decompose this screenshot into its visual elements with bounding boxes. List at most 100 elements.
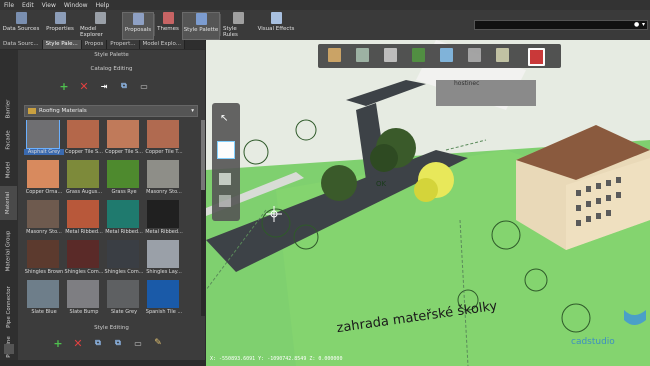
material-swatch [27,240,59,268]
panel-tabs: Data Sourc... Style Pale... Propos Prope… [0,40,205,49]
material-label: Slate Grey [110,309,138,315]
label-hostinec: hostinec [454,80,480,87]
material-swatch [67,120,99,148]
material-tile[interactable]: Slate Bump [64,280,102,316]
material-tile[interactable]: Shingles Com... [104,240,143,277]
more-options-icon[interactable]: ● [634,21,639,28]
material-tile[interactable]: Masonry Sto... [24,200,62,237]
pencil-icon[interactable] [328,48,341,62]
material-tile[interactable]: Spanish Tile ... [144,280,182,316]
menu-window[interactable]: Window [60,2,92,9]
scene-toolbar [318,44,561,68]
material-tile[interactable]: Grass Augus... [64,160,102,197]
material-swatch [147,240,179,268]
menu-view[interactable]: View [38,2,60,9]
tab-material-group[interactable]: Material Group [0,223,17,279]
material-swatch [147,200,179,228]
material-tile[interactable]: Grass Rye [104,160,142,197]
import-icon[interactable]: ⇥ [98,80,110,92]
brush-icon[interactable]: ✎ [152,337,164,349]
material-tile[interactable]: Shingles Lay... [144,240,182,277]
collapse-icon[interactable] [4,344,14,354]
paste-style-icon[interactable]: ⧉ [112,337,124,349]
style-editing-title: Style Editing [94,325,129,331]
add-style-icon[interactable]: + [52,337,64,350]
tab-data-sources[interactable]: Data Sourc... [0,40,43,49]
material-swatch [27,200,59,228]
visual-effects-button[interactable]: Visual Effects [256,12,296,38]
material-swatch [27,280,59,308]
style-rules-button[interactable]: Style Rules [223,12,253,38]
material-tile[interactable]: Metal Ribbed... [64,200,103,237]
material-grid: Asphalt Grey Copper Tile S... Copper Tile … [24,120,196,316]
style-rules-icon [232,12,244,24]
dropdown-arrow-icon[interactable]: ▾ [642,21,645,28]
tab-properties[interactable]: Propert... [107,40,140,49]
road-icon[interactable] [356,48,369,62]
style-brush-icon[interactable] [217,141,235,159]
material-tile[interactable]: Asphalt Grey [24,120,64,157]
pipe-icon[interactable] [468,48,481,62]
duplicate-icon[interactable]: ⧉ [118,80,130,92]
material-tile[interactable]: Slate Blue [24,280,62,316]
material-tile[interactable]: Metal Ribbed... [144,200,183,237]
panel-title: Style Palette [94,52,129,58]
material-tile[interactable]: Copper Tile T... [144,120,183,157]
ribbon-separator [154,14,155,36]
search-input[interactable] [474,20,648,30]
material-swatch [107,120,139,148]
themes-button[interactable]: Themes [157,12,179,38]
style-palette-button[interactable]: Style Palette [182,12,220,40]
tab-model-explorer[interactable]: Model Explo... [139,40,186,49]
tab-barrier[interactable]: Barrier [0,95,17,123]
menu-edit[interactable]: Edit [18,2,38,9]
material-tile[interactable]: Masonry Sto... [144,160,182,197]
model-explorer-button[interactable]: Model Explorer [80,12,120,38]
properties-button[interactable]: Properties [42,12,78,38]
grid-scrollbar[interactable] [201,120,205,316]
material-label: Copper Tile S... [65,149,103,155]
water-icon[interactable] [440,48,453,62]
menu-file[interactable]: File [0,2,18,9]
scrollbar-thumb[interactable] [201,120,205,190]
data-sources-button[interactable]: Data Sources [2,12,40,38]
material-swatch [67,280,99,308]
add-icon[interactable]: + [58,80,70,93]
3d-viewport[interactable]: hostinec OK zahrada mateřské školky cads… [206,40,650,366]
material-tile[interactable]: Copper Tile S... [104,120,143,157]
terrain-icon[interactable] [496,48,509,62]
proposals-button[interactable]: Proposals [122,12,154,40]
facade-icon[interactable] [384,48,397,62]
menu-help[interactable]: Help [92,2,114,9]
remove-style-icon[interactable]: ✕ [72,337,84,350]
material-swatch [67,200,99,228]
material-label: Shingles Lay... [146,269,182,275]
category-tabs: Barrier Facade Model Material Material G… [0,50,19,360]
tab-proposals[interactable]: Propos [81,40,108,49]
building-icon[interactable] [528,48,545,66]
material-tile[interactable]: Copper Orna... [24,160,62,197]
edit-style-icon[interactable]: ▭ [132,337,144,349]
filmstrip-icon[interactable] [219,195,231,207]
layers-icon[interactable] [219,173,231,185]
tab-material[interactable]: Material [0,186,17,220]
material-swatch [147,160,179,188]
material-label: Grass Augus... [65,189,103,195]
tree-icon[interactable] [412,48,425,62]
material-tile[interactable]: Shingles Com... [64,240,104,277]
rename-icon[interactable]: ▭ [138,80,150,92]
delete-icon[interactable]: ✕ [78,80,90,93]
copy-style-icon[interactable]: ⧉ [92,337,104,349]
tab-facade[interactable]: Facade [0,126,17,154]
material-tile[interactable]: Slate Grey [104,280,142,316]
material-tile[interactable]: Shingles Brown [24,240,63,277]
visual-effects-icon [270,12,282,24]
material-tile[interactable]: Copper Tile S... [64,120,103,157]
tab-model[interactable]: Model [0,157,17,183]
material-category-dropdown[interactable]: Roofing Materials ▾ [24,105,198,117]
material-label: Shingles Com... [64,269,104,275]
tab-pipe-connector[interactable]: Pipe Connector [0,282,17,332]
material-tile[interactable]: Metal Ribbed... [104,200,143,237]
pointer-icon[interactable]: ↖ [220,113,232,125]
tab-style-palette[interactable]: Style Pale... [42,40,82,49]
